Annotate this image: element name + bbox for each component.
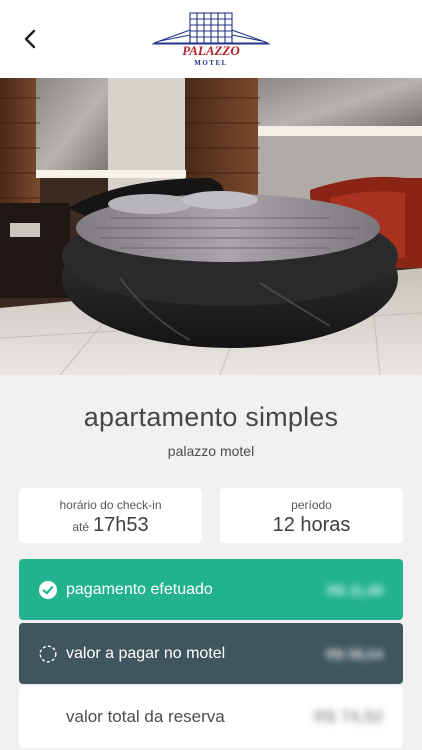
- payment-done-label: pagamento efetuado: [66, 580, 213, 598]
- chevron-left-icon: [24, 29, 36, 49]
- palazzo-logo: PALAZZO MOTEL: [152, 12, 270, 67]
- period-value: 12 horas: [272, 514, 351, 536]
- checkin-time: 17h53: [93, 514, 149, 536]
- checkin-box: horário do check-in até 17h53: [19, 488, 202, 543]
- amount-due-label: valor a pagar no motel: [66, 644, 226, 662]
- top-bar: PALAZZO MOTEL: [0, 0, 422, 78]
- payment-done-row[interactable]: pagamento efetuado R$ 11,48: [19, 559, 403, 620]
- room-title: apartamento simples: [83, 402, 339, 432]
- total-amount: R$ 74,52: [314, 707, 383, 726]
- period-box: período 12 horas: [220, 488, 403, 543]
- total-label: valor total da reserva: [66, 707, 225, 726]
- back-button[interactable]: [16, 24, 44, 54]
- hotel-name: palazzo motel: [167, 443, 255, 459]
- svg-text:MOTEL: MOTEL: [194, 59, 228, 67]
- payment-done-amount: R$ 11,48: [326, 581, 383, 598]
- amount-due-value: R$ 58,04: [326, 645, 383, 662]
- svg-text:PALAZZO: PALAZZO: [182, 43, 240, 58]
- amount-due-row[interactable]: valor a pagar no motel R$ 58,04: [19, 623, 403, 684]
- checkin-label: horário do check-in: [59, 498, 162, 512]
- total-row: valor total da reserva R$ 74,52: [19, 686, 403, 748]
- room-photo: [0, 78, 422, 375]
- checkin-prefix: até: [72, 520, 90, 534]
- dashed-circle-icon: [39, 644, 57, 663]
- period-label: período: [291, 498, 332, 512]
- check-circle-icon: [39, 580, 57, 599]
